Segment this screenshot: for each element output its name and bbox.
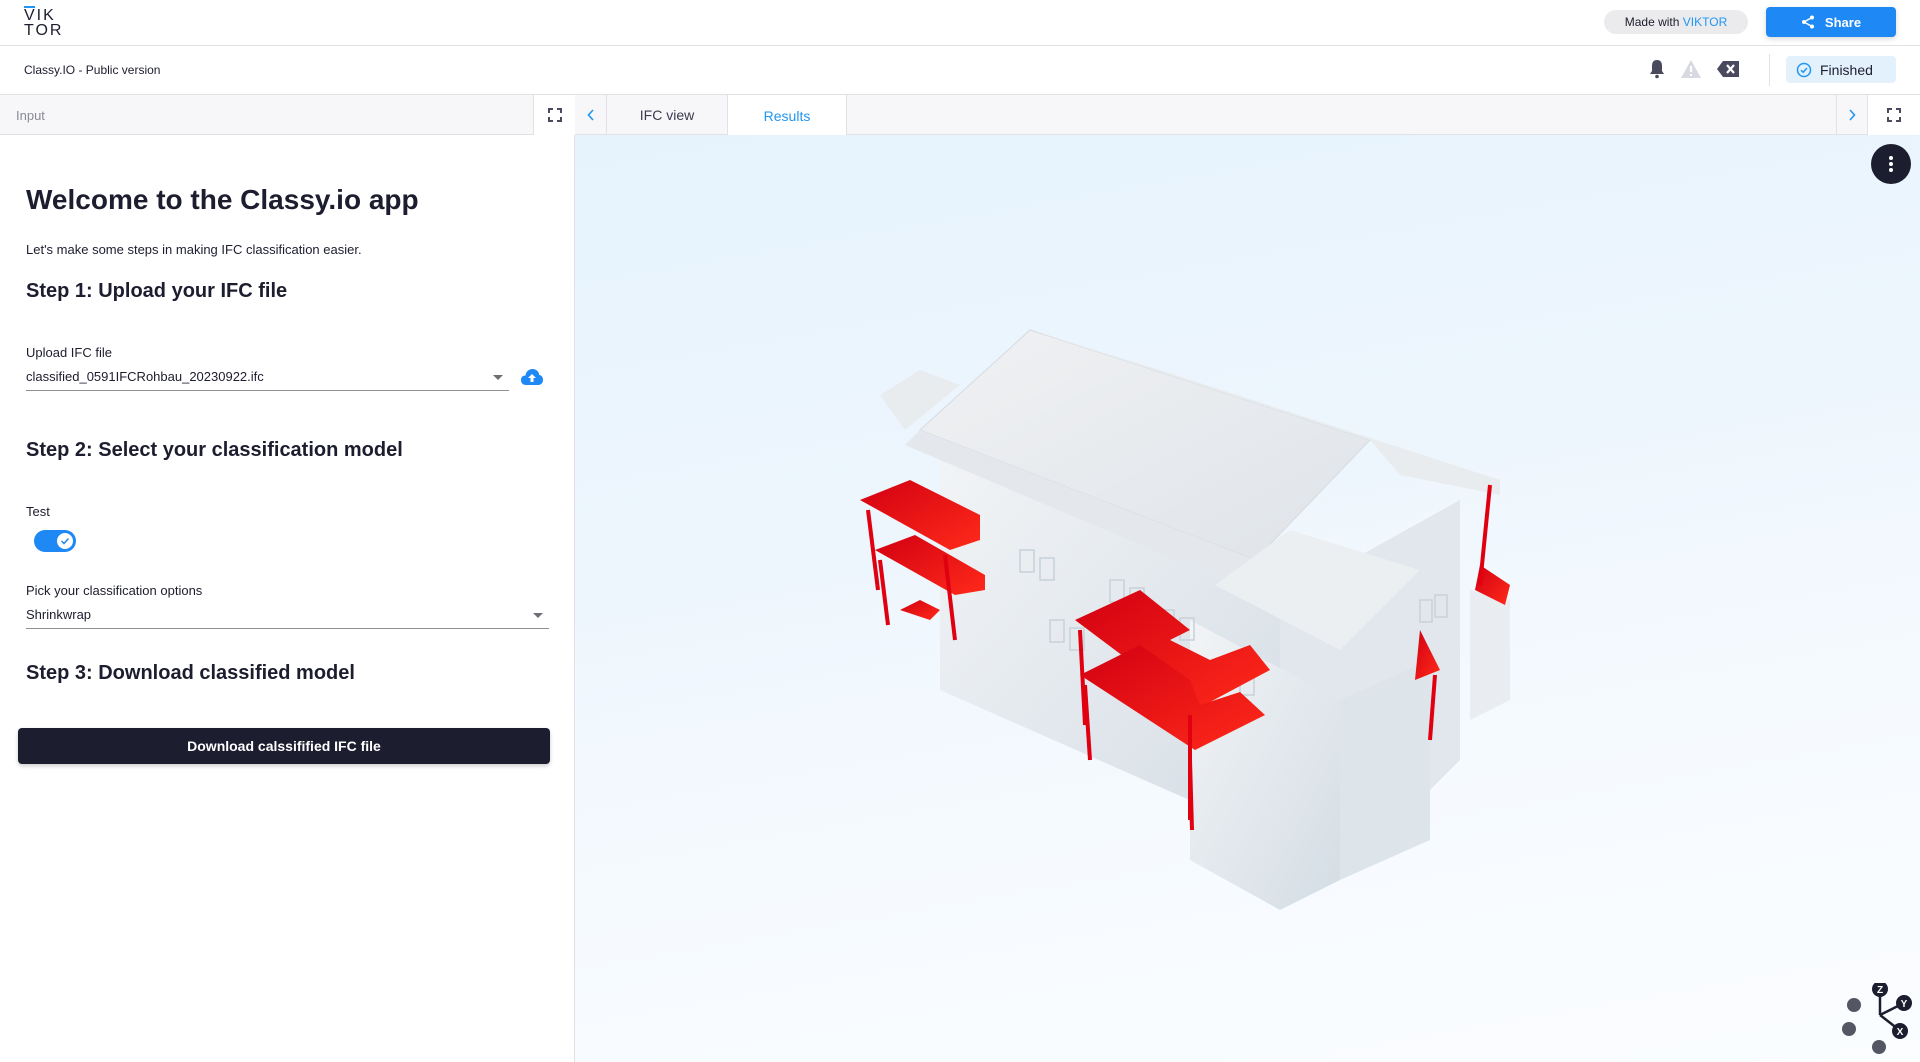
upload-file-value: classified_0591IFCRohbau_20230922.ifc bbox=[26, 369, 264, 384]
tabs-scroll-right-button[interactable] bbox=[1836, 95, 1868, 135]
toggle-label: Test bbox=[26, 504, 50, 519]
input-panel: Input Welcome to the Classy.io app Let's… bbox=[0, 95, 575, 1062]
step1-heading: Step 1: Upload your IFC file bbox=[26, 280, 288, 302]
app-title: Classy.IO - Public version bbox=[24, 63, 161, 77]
step3-heading: Step 3: Download classified model bbox=[26, 662, 355, 684]
made-with-viktor-badge[interactable]: Made with VIKTOR bbox=[1604, 10, 1748, 34]
output-panel: IFC view Results Z Y X bbox=[575, 95, 1920, 1062]
axis-z[interactable]: Z bbox=[1872, 983, 1888, 997]
classification-select-label: Pick your classification options bbox=[26, 583, 203, 598]
chevron-left-icon bbox=[586, 109, 594, 121]
tab-label: Results bbox=[763, 107, 811, 124]
tabs-scroll-left-button[interactable] bbox=[575, 95, 607, 135]
upload-file-select[interactable]: classified_0591IFCRohbau_20230922.ifc bbox=[26, 367, 509, 391]
cloud-upload-icon[interactable] bbox=[520, 368, 544, 386]
view-dot-2[interactable] bbox=[1842, 1022, 1856, 1036]
status-badge[interactable]: Finished bbox=[1786, 56, 1896, 83]
building-model bbox=[860, 329, 1510, 910]
view-tabs: IFC view Results bbox=[575, 95, 1920, 136]
fullscreen-icon bbox=[547, 108, 562, 122]
share-button[interactable]: Share bbox=[1766, 7, 1896, 37]
view-dot-1[interactable] bbox=[1847, 998, 1861, 1012]
more-vertical-icon bbox=[1889, 156, 1893, 172]
page-title: Welcome to the Classy.io app bbox=[26, 184, 419, 215]
test-toggle[interactable] bbox=[34, 530, 76, 552]
share-label: Share bbox=[1824, 14, 1862, 30]
axis-y[interactable]: Y bbox=[1896, 995, 1912, 1011]
tab-label: IFC view bbox=[639, 107, 695, 123]
chevron-down-icon bbox=[493, 375, 503, 380]
check-icon bbox=[60, 537, 70, 545]
chevron-down-icon bbox=[533, 613, 543, 618]
axis-x-label: X bbox=[1897, 1027, 1904, 1038]
share-icon bbox=[1801, 15, 1814, 29]
clear-icon[interactable] bbox=[1716, 60, 1740, 78]
warning-icon[interactable] bbox=[1680, 59, 1702, 79]
download-button[interactable]: Download calssifified IFC file bbox=[18, 728, 550, 764]
viktor-logo[interactable]: VIK TOR bbox=[24, 6, 64, 41]
check-circle-icon bbox=[1796, 62, 1812, 77]
ifc-3d-viewer[interactable]: Z Y X bbox=[575, 135, 1920, 1062]
axis-y-label: Y bbox=[1901, 999, 1908, 1010]
status-text: Finished bbox=[1820, 61, 1873, 78]
made-with-text: Made with bbox=[1624, 15, 1683, 29]
view-dot-3[interactable] bbox=[1872, 1040, 1886, 1054]
divider bbox=[1769, 54, 1770, 86]
input-panel-header: Input bbox=[0, 95, 575, 135]
bell-icon[interactable] bbox=[1648, 59, 1666, 79]
logo-line-2: TOR bbox=[24, 22, 64, 39]
panel-title: Input bbox=[16, 108, 45, 123]
chevron-right-icon bbox=[1849, 109, 1856, 121]
step2-heading: Step 2: Select your classification model bbox=[26, 439, 403, 461]
upload-field-label: Upload IFC file bbox=[26, 345, 112, 360]
app-header: Classy.IO - Public version Finished bbox=[0, 46, 1920, 95]
top-bar: VIK TOR Made with VIKTOR Share bbox=[0, 0, 1920, 46]
tab-results[interactable]: Results bbox=[728, 95, 847, 136]
viewer-menu-button[interactable] bbox=[1871, 144, 1911, 184]
fullscreen-input-button[interactable] bbox=[533, 95, 575, 135]
classification-select-value: Shrinkwrap bbox=[26, 607, 92, 622]
axis-z-label: Z bbox=[1877, 985, 1883, 996]
made-with-brand: VIKTOR bbox=[1682, 15, 1728, 29]
axis-gizmo[interactable]: Z Y X bbox=[1820, 983, 1920, 1062]
toggle-knob bbox=[57, 533, 73, 549]
logo-line-1: VIK bbox=[24, 7, 56, 24]
axis-x[interactable]: X bbox=[1892, 1023, 1908, 1039]
fullscreen-output-button[interactable] bbox=[1868, 95, 1920, 135]
classification-select[interactable]: Shrinkwrap bbox=[26, 605, 549, 629]
notification-icons bbox=[1648, 59, 1740, 79]
intro-text: Let's make some steps in making IFC clas… bbox=[26, 242, 362, 257]
fullscreen-icon bbox=[1887, 108, 1901, 122]
tab-ifc-view[interactable]: IFC view bbox=[607, 95, 728, 135]
